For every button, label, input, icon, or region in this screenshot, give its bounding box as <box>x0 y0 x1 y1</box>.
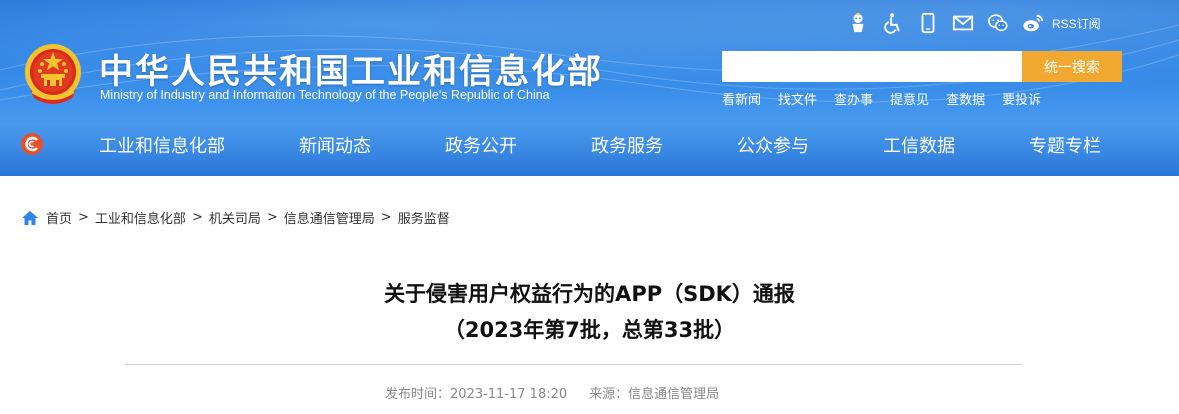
article-title: 关于侵害用户权益行为的APP（SDK）通报 <box>384 282 795 306</box>
home-icon[interactable] <box>22 210 38 225</box>
site-header: 中华人民共和国工业和信息化部 Ministry of Industry and … <box>0 0 1179 176</box>
quick-link-complaint[interactable]: 要投诉 <box>1002 89 1041 108</box>
accessibility-robot-icon[interactable] <box>846 11 870 35</box>
nav-item-government-services[interactable]: 政务服务 <box>591 132 663 158</box>
site-title-english: Ministry of Industry and Information Tec… <box>100 88 550 102</box>
wheelchair-icon[interactable] <box>881 11 905 35</box>
site-title-chinese: 中华人民共和国工业和信息化部 <box>99 52 603 92</box>
mail-icon[interactable] <box>951 11 975 35</box>
breadcrumb-separator: > <box>380 210 392 225</box>
publish-time: 发布时间：2023-11-17 18:20 <box>385 387 568 402</box>
mobile-icon[interactable] <box>916 11 940 35</box>
nav-item-news[interactable]: 新闻动态 <box>299 132 371 158</box>
rss-subscribe-link[interactable]: RSS订阅 <box>1052 15 1101 32</box>
breadcrumb-home[interactable]: 首页 <box>46 208 72 227</box>
main-nav: 工业和信息化部 新闻动态 政务公开 政务服务 公众参与 工信数据 专题专栏 <box>0 112 1179 176</box>
breadcrumb-service-supervision[interactable]: 服务监督 <box>398 208 450 227</box>
miit-logo-icon <box>21 133 43 155</box>
search-button[interactable]: 统一搜索 <box>1022 51 1122 82</box>
article-subtitle: （2023年第7批，总第33批） <box>443 318 736 342</box>
article-source: 来源：信息通信管理局 <box>589 387 720 402</box>
quick-link-services[interactable]: 查办事 <box>834 89 873 108</box>
quick-link-documents[interactable]: 找文件 <box>778 89 817 108</box>
search-input[interactable] <box>722 51 1022 82</box>
breadcrumb-departments[interactable]: 机关司局 <box>209 208 261 227</box>
weibo-icon[interactable] <box>1021 11 1045 35</box>
nav-item-ministry[interactable]: 工业和信息化部 <box>99 132 225 158</box>
breadcrumb: 首页 > 工业和信息化部 > 机关司局 > 信息通信管理局 > 服务监督 <box>22 208 450 227</box>
article-meta: 发布时间：2023-11-17 18:20 来源：信息通信管理局 <box>385 383 719 402</box>
breadcrumb-ministry[interactable]: 工业和信息化部 <box>95 208 186 227</box>
nav-item-data[interactable]: 工信数据 <box>883 132 955 158</box>
breadcrumb-separator: > <box>191 210 203 225</box>
title-divider <box>124 364 1022 365</box>
quick-link-feedback[interactable]: 提意见 <box>890 89 929 108</box>
quick-links: 看新闻 找文件 查办事 提意见 查数据 要投诉 <box>722 89 1058 108</box>
breadcrumb-telecom-bureau[interactable]: 信息通信管理局 <box>284 208 375 227</box>
quick-link-data[interactable]: 查数据 <box>946 89 985 108</box>
nav-item-public-participation[interactable]: 公众参与 <box>737 132 809 158</box>
nav-item-government-affairs[interactable]: 政务公开 <box>445 132 517 158</box>
breadcrumb-separator: > <box>78 210 89 225</box>
wechat-icon[interactable] <box>986 11 1010 35</box>
top-utility-bar: RSS订阅 <box>846 8 1101 38</box>
nav-item-special-topics[interactable]: 专题专栏 <box>1029 132 1101 158</box>
breadcrumb-separator: > <box>266 210 278 225</box>
quick-link-news[interactable]: 看新闻 <box>722 89 761 108</box>
national-emblem-icon <box>25 44 81 104</box>
